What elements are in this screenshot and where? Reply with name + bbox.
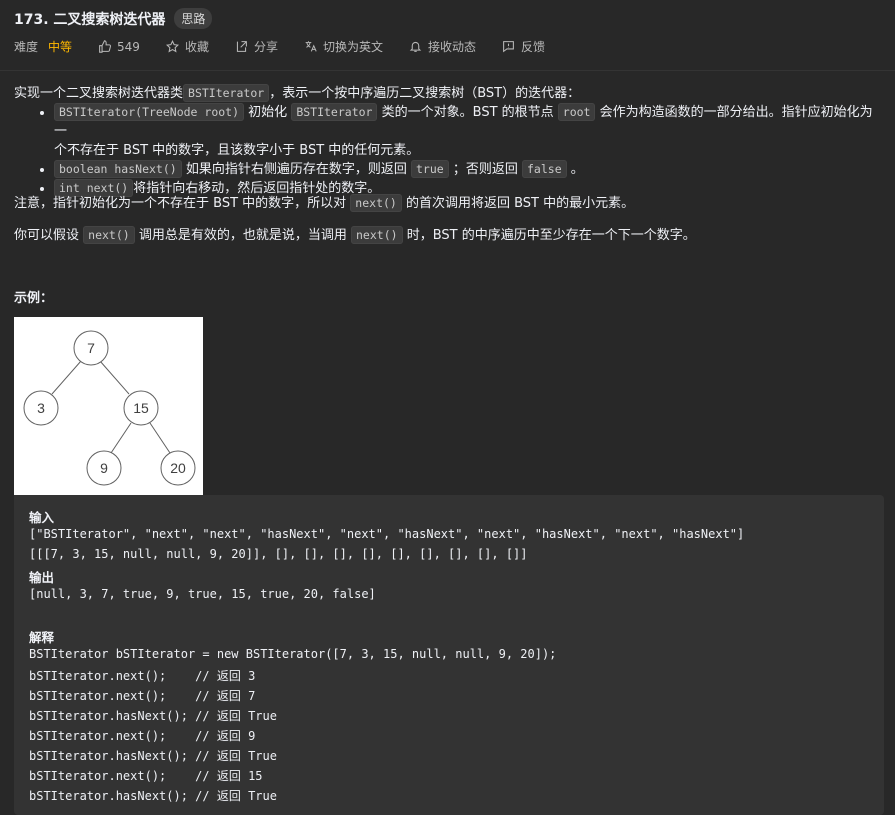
feedback-label: 反馈 (521, 40, 546, 54)
list-text: 个不存在于 BST 中的数字，且该数字小于 BST 中的任何元素。 (54, 143, 420, 158)
tree-edge (110, 422, 132, 454)
list-text: 初始化 (248, 105, 288, 120)
problem-title: 173. 二叉搜索树迭代器 (14, 11, 166, 28)
switch-language-label: 切换为英文 (322, 40, 383, 54)
like-count: 549 (117, 39, 140, 54)
bell-icon (409, 41, 422, 52)
method-list: BSTIterator(TreeNode root) 初始化 BSTIterat… (14, 103, 884, 198)
inline-code: next() (351, 226, 403, 244)
share-button[interactable]: 分享 (235, 38, 278, 55)
star-icon (165, 40, 179, 53)
inline-code: boolean hasNext() (54, 160, 182, 178)
share-icon (236, 41, 247, 52)
explain-line: bSTIterator.next(); // 返回 9 (29, 729, 256, 743)
list-text: 类的一个对象。BST 的根节点 (381, 105, 554, 120)
note-text-a: 注意，指针初始化为一个不存在于 BST 中的数字，所以对 (14, 196, 347, 211)
tree-node-label: 3 (37, 400, 45, 416)
problem-description: 实现一个二叉搜索树迭代器类 BSTIterator ，表示一个按中序遍历二叉搜索树（… (14, 84, 884, 198)
input-label: 输入 (29, 510, 55, 525)
inline-code: root (557, 103, 596, 121)
explain-line: bSTIterator.hasNext(); // 返回 True (29, 749, 277, 763)
tree-node-label: 20 (170, 460, 186, 476)
inline-code: true (411, 160, 449, 178)
list-item: BSTIterator(TreeNode root) 初始化 BSTIterat… (54, 103, 884, 160)
note-text-b: 的首次调用将返回 BST 中的最小元素。 (405, 196, 635, 211)
tree-edge (99, 360, 130, 395)
difficulty: 难度 中等 (14, 38, 72, 55)
explain-line: bSTIterator.next(); // 返回 3 (29, 669, 256, 683)
tree-node-label: 15 (133, 400, 149, 416)
tree-edge (149, 422, 171, 454)
list-text: 如果向指针右侧遍历存在数字，则返回 (185, 162, 407, 177)
header-divider (0, 70, 895, 71)
hint-tag[interactable]: 思路 (174, 8, 213, 29)
example-heading: 示例： (14, 291, 54, 306)
input-line: [[[7, 3, 15, null, null, 9, 20]], [], []… (29, 547, 528, 561)
bst-diagram: 7 3 15 9 20 (14, 317, 203, 495)
feedback-button[interactable]: 反馈 (502, 38, 545, 55)
problem-meta-bar: 难度 中等 549 收藏 分享 切换为英文 接收动态 反馈 (14, 38, 571, 55)
explain-line: bSTIterator.hasNext(); // 返回 True (29, 709, 277, 723)
inline-code: next() (350, 194, 402, 212)
subscribe-label: 接收动态 (427, 40, 476, 54)
output-label: 输出 (29, 570, 55, 585)
explain-label: 解释 (29, 630, 55, 645)
tree-node-label: 7 (87, 340, 95, 356)
share-label: 分享 (253, 40, 278, 54)
difficulty-label: 难度 (14, 40, 39, 54)
problem-header: 173. 二叉搜索树迭代器 思路 (14, 8, 213, 29)
list-text: 。 (570, 162, 584, 177)
note-paragraph: 注意，指针初始化为一个不存在于 BST 中的数字，所以对 next() 的首次调… (14, 192, 635, 212)
explain-line: BSTIterator bSTIterator = new BSTIterato… (29, 647, 557, 661)
tree-node-label: 9 (100, 460, 108, 476)
intro-paragraph: 实现一个二叉搜索树迭代器类 BSTIterator ，表示一个按中序遍历二叉搜索树（… (14, 84, 884, 103)
translate-icon (305, 41, 317, 52)
feedback-icon (503, 41, 514, 53)
intro-text-b: ，表示一个按中序遍历二叉搜索树（BST）的迭代器： (269, 86, 581, 101)
inline-code: next() (83, 226, 135, 244)
switch-language-button[interactable]: 切换为英文 (304, 38, 383, 55)
inline-code: BSTIterator(TreeNode root) (54, 103, 245, 121)
list-text: ；否则返回 (452, 162, 518, 177)
intro-text-a: 实现一个二叉搜索树迭代器类 (14, 86, 184, 101)
favorite-label: 收藏 (184, 40, 209, 54)
inline-code: false (522, 160, 567, 178)
input-line: ["BSTIterator", "next", "next", "hasNext… (29, 527, 745, 541)
output-line: [null, 3, 7, true, 9, true, 15, true, 20… (29, 587, 376, 601)
explain-line: bSTIterator.hasNext(); // 返回 True (29, 789, 277, 803)
bst-svg: 7 3 15 9 20 (23, 330, 196, 486)
thumbs-up-icon (99, 40, 112, 53)
assumption-text-b: 调用总是有效的，也就是说，当调用 (138, 228, 347, 243)
assumption-paragraph: 你可以假设 next() 调用总是有效的，也就是说，当调用 next() 时，B… (14, 224, 696, 244)
assumption-text-c: 时，BST 的中序遍历中至少存在一个下一个数字。 (406, 228, 696, 243)
example-code-block: 输入 ["BSTIterator", "next", "next", "hasN… (14, 495, 884, 815)
assumption-text-a: 你可以假设 (14, 228, 80, 243)
explain-line: bSTIterator.next(); // 返回 15 (29, 769, 263, 783)
list-item: boolean hasNext() 如果向指针右侧遍历存在数字，则返回 true… (54, 160, 884, 179)
like-button[interactable]: 549 (98, 40, 140, 54)
difficulty-value: 中等 (48, 40, 73, 54)
intro-code: BSTIterator (183, 84, 270, 102)
explain-line: bSTIterator.next(); // 返回 7 (29, 689, 256, 703)
tree-edge (51, 360, 82, 395)
subscribe-button[interactable]: 接收动态 (409, 38, 476, 55)
favorite-button[interactable]: 收藏 (165, 38, 209, 55)
inline-code: BSTIterator (291, 103, 378, 121)
